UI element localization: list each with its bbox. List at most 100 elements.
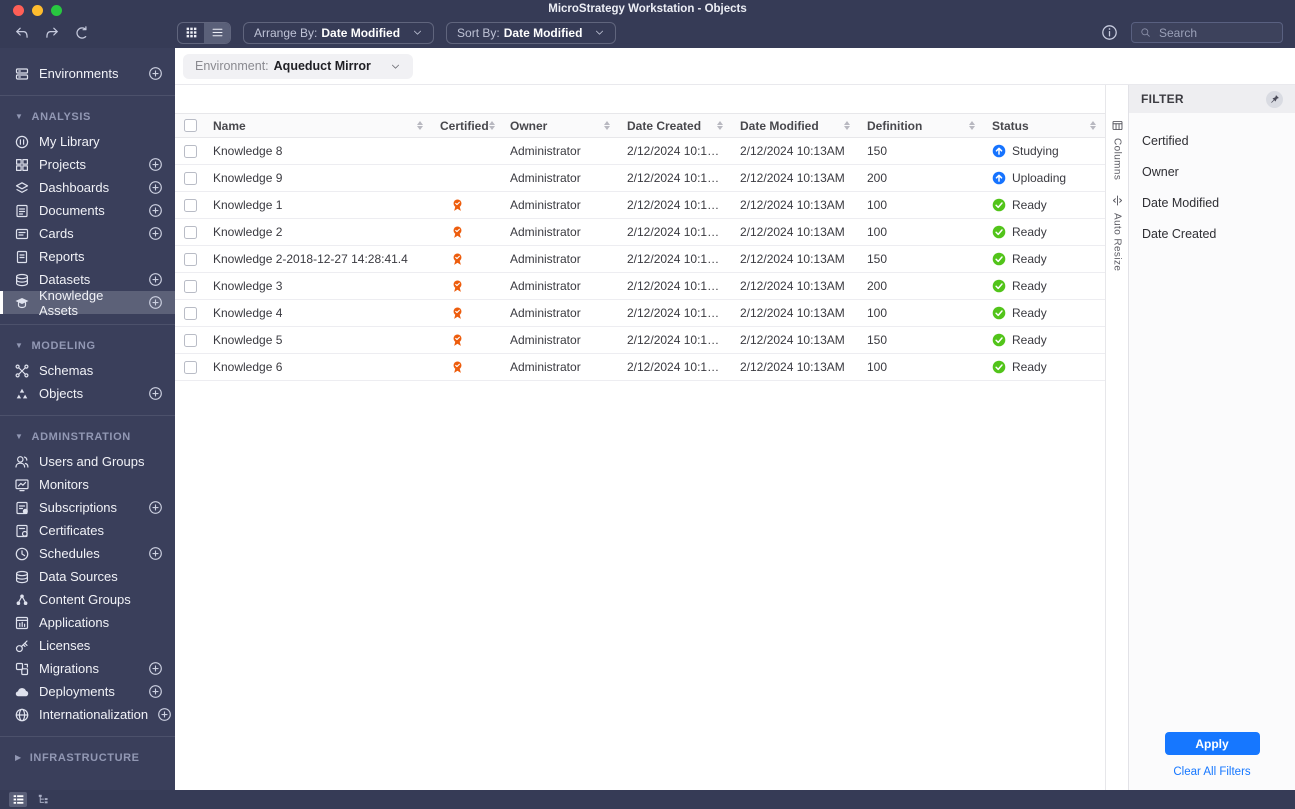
apply-button[interactable]: Apply <box>1164 732 1260 755</box>
add-icon[interactable] <box>148 295 163 310</box>
sort-arrows-icon[interactable] <box>967 120 976 132</box>
add-icon[interactable] <box>148 180 163 195</box>
clear-all-filters-link[interactable]: Clear All Filters <box>1173 766 1250 778</box>
checkbox-icon[interactable] <box>183 225 197 239</box>
sidebar-item-migrations[interactable]: Migrations <box>0 657 175 680</box>
table-row[interactable]: Knowledge 6 Administrator 2/12/2024 10:13A… <box>175 354 1105 381</box>
table-row[interactable]: Knowledge 2 Administrator 2/12/2024 10:13A… <box>175 219 1105 246</box>
add-icon[interactable] <box>148 203 163 218</box>
info-icon[interactable] <box>1101 24 1118 41</box>
column-header-date-modified[interactable]: Date Modified <box>732 114 859 137</box>
sidebar-section-adminstration[interactable]: ▼ ADMINSTRATION <box>0 426 175 448</box>
column-header-certified[interactable]: Certified <box>432 114 502 137</box>
table-row[interactable]: Knowledge 5 Administrator 2/12/2024 10:13A… <box>175 327 1105 354</box>
add-icon[interactable] <box>148 226 163 241</box>
sort-arrows-icon[interactable] <box>715 120 724 132</box>
checkbox-icon[interactable] <box>183 279 197 293</box>
sidebar-item-applications[interactable]: Applications <box>0 611 175 634</box>
sort-arrows-icon[interactable] <box>842 120 851 132</box>
search-input[interactable] <box>1157 24 1274 41</box>
row-checkbox[interactable] <box>175 333 205 347</box>
sidebar-item-monitors[interactable]: Monitors <box>0 473 175 496</box>
sidebar-item-dashboards[interactable]: Dashboards <box>0 176 175 199</box>
sidebar-item-users-and-groups[interactable]: Users and Groups <box>0 450 175 473</box>
row-checkbox[interactable] <box>175 252 205 266</box>
filter-item-date-modified[interactable]: Date Modified <box>1142 196 1282 210</box>
sidebar-item-cards[interactable]: Cards <box>0 222 175 245</box>
sidebar-item-subscriptions[interactable]: Subscriptions <box>0 496 175 519</box>
sidebar-item-internationalization[interactable]: Internationalization <box>0 703 175 726</box>
columns-label[interactable]: Columns <box>1112 138 1123 180</box>
sort-arrows-icon[interactable] <box>488 120 495 132</box>
forward-icon[interactable] <box>42 23 61 42</box>
sort-arrows-icon[interactable] <box>1088 120 1097 132</box>
add-icon[interactable] <box>148 500 163 515</box>
table-row[interactable]: Knowledge 1 Administrator 2/12/2024 10:13A… <box>175 192 1105 219</box>
column-header-date-created[interactable]: Date Created <box>619 114 732 137</box>
column-header-name[interactable]: Name <box>205 114 432 137</box>
column-header-owner[interactable]: Owner <box>502 114 619 137</box>
sort-by-dropdown[interactable]: Sort By: Date Modified <box>446 21 617 44</box>
environment-dropdown[interactable]: Environment: Aqueduct Mirror <box>183 53 413 79</box>
row-checkbox[interactable] <box>175 144 205 158</box>
filter-item-date-created[interactable]: Date Created <box>1142 227 1282 241</box>
checkbox-icon[interactable] <box>183 198 197 212</box>
table-row[interactable]: Knowledge 8 Administrator 2/12/2024 10:13A… <box>175 138 1105 165</box>
add-icon[interactable] <box>148 684 163 699</box>
table-row[interactable]: Knowledge 3 Administrator 2/12/2024 10:13A… <box>175 273 1105 300</box>
sidebar-item-my-library[interactable]: My Library <box>0 130 175 153</box>
back-icon[interactable] <box>12 23 31 42</box>
sidebar-item-documents[interactable]: Documents <box>0 199 175 222</box>
sidebar-item-deployments[interactable]: Deployments <box>0 680 175 703</box>
grid-view-icon[interactable] <box>178 23 204 43</box>
sidebar-item-data-sources[interactable]: Data Sources <box>0 565 175 588</box>
sidebar-item-reports[interactable]: Reports <box>0 245 175 268</box>
checkbox-icon[interactable] <box>183 360 197 374</box>
sidebar-item-content-groups[interactable]: Content Groups <box>0 588 175 611</box>
sidebar-item-knowledge-assets[interactable]: Knowledge Assets <box>0 288 175 318</box>
sidebar-item-schedules[interactable]: Schedules <box>0 542 175 565</box>
checkbox-icon[interactable] <box>183 333 197 347</box>
add-icon[interactable] <box>148 546 163 561</box>
checkbox-icon[interactable] <box>183 252 197 266</box>
sidebar-section-analysis[interactable]: ▼ ANALYSIS <box>0 106 175 128</box>
checkbox-icon[interactable] <box>183 171 197 185</box>
row-checkbox[interactable] <box>175 279 205 293</box>
table-row[interactable]: Knowledge 2-2018-12-27 14:28:41.4 Adminis… <box>175 246 1105 273</box>
add-icon[interactable] <box>148 661 163 676</box>
sidebar-item-licenses[interactable]: Licenses <box>0 634 175 657</box>
flat-list-view-icon[interactable] <box>9 792 27 807</box>
minimize-window-button[interactable] <box>32 5 43 16</box>
row-checkbox[interactable] <box>175 360 205 374</box>
column-header-status[interactable]: Status <box>984 114 1105 137</box>
sidebar-item-certificates[interactable]: Certificates <box>0 519 175 542</box>
checkbox-icon[interactable] <box>183 306 197 320</box>
pin-icon[interactable] <box>1266 90 1283 108</box>
filter-item-certified[interactable]: Certified <box>1142 134 1282 148</box>
add-icon[interactable] <box>148 157 163 172</box>
filter-item-owner[interactable]: Owner <box>1142 165 1282 179</box>
table-row[interactable]: Knowledge 9 Administrator 2/12/2024 10:13A… <box>175 165 1105 192</box>
search-box[interactable] <box>1131 22 1283 43</box>
sidebar-item-schemas[interactable]: Schemas <box>0 359 175 382</box>
refresh-icon[interactable] <box>72 23 91 42</box>
add-icon[interactable] <box>148 66 163 81</box>
columns-icon[interactable] <box>1111 119 1124 132</box>
arrange-by-dropdown[interactable]: Arrange By: Date Modified <box>243 21 435 44</box>
column-header-definition[interactable]: Definition <box>859 114 984 137</box>
sort-arrows-icon[interactable] <box>602 120 611 132</box>
add-icon[interactable] <box>148 386 163 401</box>
add-icon[interactable] <box>148 272 163 287</box>
sidebar-item-environments[interactable]: Environments <box>0 62 175 85</box>
close-window-button[interactable] <box>13 5 24 16</box>
auto-resize-icon[interactable] <box>1111 194 1124 207</box>
sidebar-section-modeling[interactable]: ▼ MODELING <box>0 335 175 357</box>
row-checkbox[interactable] <box>175 306 205 320</box>
sidebar-item-projects[interactable]: Projects <box>0 153 175 176</box>
auto-resize-label[interactable]: Auto Resize <box>1112 213 1123 271</box>
add-icon[interactable] <box>157 707 172 722</box>
row-checkbox[interactable] <box>175 198 205 212</box>
select-all-checkbox[interactable] <box>175 114 205 137</box>
sort-arrows-icon[interactable] <box>415 120 424 132</box>
table-row[interactable]: Knowledge 4 Administrator 2/12/2024 10:13A… <box>175 300 1105 327</box>
